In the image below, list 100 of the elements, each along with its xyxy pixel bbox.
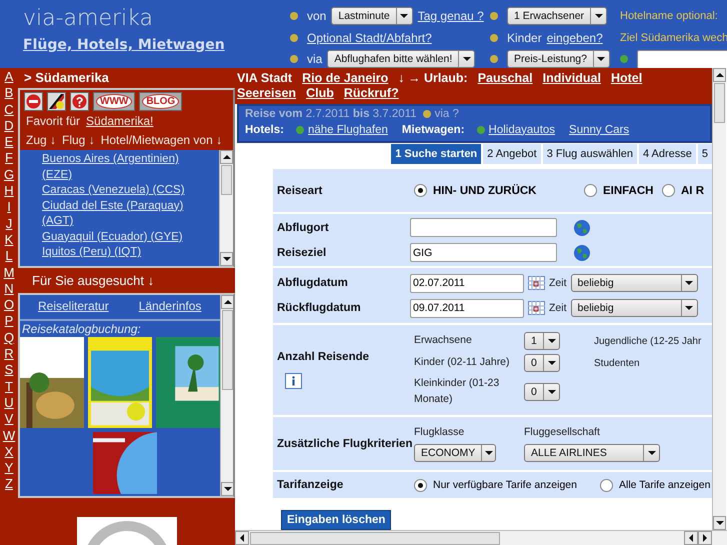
scrollbar[interactable] [712,68,726,530]
header-link[interactable]: eingeben? [546,30,603,44]
text-field[interactable]: GIG [410,243,557,262]
letter-link[interactable]: Y [0,460,18,476]
dropdown[interactable]: beliebig [570,274,698,292]
letter-link[interactable]: Z [0,476,18,493]
destination-link[interactable]: Rückruf? [344,86,399,101]
info-link[interactable]: Länderinfos [138,299,202,315]
transport-link[interactable]: Zug ↓ [26,133,56,148]
destination-link[interactable]: Seereisen [237,86,296,101]
scroll-down-button[interactable] [221,482,233,496]
letter-link[interactable]: D [0,118,18,134]
destination-link[interactable]: Rio de Janeiro [302,71,388,86]
destination-link[interactable]: Individual [542,71,601,86]
link-button[interactable]: WWW [93,92,136,110]
scroll-up-button[interactable] [220,150,233,164]
dropdown[interactable]: ALLE AIRLINES [524,444,660,462]
horizontal-scrollbar[interactable] [235,530,727,545]
globe-icon[interactable] [573,218,591,236]
car-link[interactable]: Sunny Cars [569,124,630,136]
letter-link[interactable]: C [0,102,18,118]
date-field[interactable]: 09.07.2011 [410,298,524,318]
letter-link[interactable]: O [0,297,18,314]
calendar-icon[interactable] [528,276,545,290]
header-link[interactable]: Tag genau ? [418,9,484,23]
car-link[interactable]: Holidayautos [488,124,556,136]
scroll-left-button[interactable] [235,531,249,545]
step-tab[interactable]: 1 Suche starten [391,144,482,164]
airport-link[interactable]: Ciudad del Este (Paraquay) (AGT) [42,198,192,230]
airport-hotel-link[interactable]: nähe Flughafen [308,124,388,136]
dropdown[interactable]: 1 [524,332,560,350]
letter-link[interactable]: X [0,444,18,460]
dropdown[interactable]: beliebig [570,299,698,317]
scroll-left-button[interactable] [684,531,698,545]
step-tab[interactable]: 3 Flug auswählen [542,144,637,164]
flag-button[interactable] [47,92,66,110]
letter-link[interactable]: E [0,134,18,150]
scroll-thumb[interactable] [714,83,725,123]
letter-link[interactable]: R [0,346,18,362]
text-field[interactable] [410,218,557,237]
letter-link[interactable]: P [0,313,18,330]
letter-link[interactable]: S [0,362,18,379]
dropdown[interactable]: 0 [524,383,560,401]
letter-link[interactable]: M [0,264,18,281]
letter-link[interactable]: F [0,150,18,167]
globe-icon[interactable] [573,244,591,262]
letter-link[interactable]: N [0,280,18,298]
calendar-icon[interactable] [528,301,545,315]
destination-link[interactable]: Club [306,86,334,101]
letter-link[interactable]: T [0,378,18,395]
letter-link[interactable]: U [0,394,18,412]
airport-link[interactable]: Guayaquil (Ecuador) (GYE) [42,230,192,245]
dropdown[interactable]: 0 [524,354,560,372]
scroll-thumb[interactable] [221,165,232,195]
radio-button[interactable] [584,184,597,197]
help-button[interactable] [70,92,89,110]
letter-link[interactable]: W [0,428,18,444]
radio-button[interactable] [414,184,427,197]
scroll-up-button[interactable] [713,68,726,82]
airport-link[interactable]: Buenos Aires (Argentinien) (EZE) [42,152,192,183]
radio-button[interactable] [600,478,613,492]
dropdown[interactable]: 1 Erwachsener [507,7,608,25]
airport-link[interactable]: Iquitos (Peru) (IQT) [42,245,192,260]
dropdown[interactable]: Lastminute [331,7,413,25]
scroll-thumb[interactable] [250,532,500,544]
hotel-name-field[interactable] [637,50,727,68]
destination-link[interactable]: Hotel [610,71,642,86]
letter-link[interactable]: L [0,248,18,265]
letter-link[interactable]: H [0,183,18,200]
header-link[interactable]: Optional Stadt/Abfahrt? [307,30,432,44]
site-subtitle-link[interactable]: Flüge, Hotels, Mietwagen [23,37,290,53]
scrollbar[interactable] [220,295,233,496]
radio-button[interactable] [662,184,675,197]
scroll-right-button[interactable] [698,531,712,545]
clear-button[interactable]: Eingaben löschen [281,510,392,530]
info-link[interactable]: Reiseliteratur [38,299,109,315]
letter-link[interactable]: K [0,232,18,248]
favorite-link[interactable]: Südamerika! [86,114,154,129]
airport-link[interactable]: Caracas (Venezuela) (CCS) [42,183,192,198]
link-button[interactable]: BLOG [139,92,182,110]
letter-link[interactable]: V [0,411,18,428]
scroll-down-button[interactable] [713,516,726,530]
letter-link[interactable]: A [0,69,18,86]
dropdown[interactable]: Abflughafen bitte wählen! [327,50,476,68]
scrollbar[interactable] [219,150,233,266]
scroll-down-button[interactable] [220,252,233,266]
letter-link[interactable]: Q [0,330,18,346]
letter-link[interactable]: B [0,85,18,102]
date-field[interactable]: 02.07.2011 [410,274,524,292]
back-button[interactable] [24,92,43,110]
letter-link[interactable]: I [0,199,18,216]
dropdown[interactable]: Preis-Leistung? [507,50,610,68]
letter-link[interactable]: G [0,166,18,184]
step-tab[interactable]: 5 [698,144,712,164]
scroll-thumb[interactable] [222,310,233,390]
dropdown[interactable]: ECONOMY [414,444,496,462]
transport-link[interactable]: Hotel/Mietwagen von ↓ [100,133,222,148]
step-tab[interactable]: 4 Adresse [638,144,696,164]
destination-link[interactable]: Pauschal [478,71,533,86]
transport-link[interactable]: Flug ↓ [62,133,95,148]
